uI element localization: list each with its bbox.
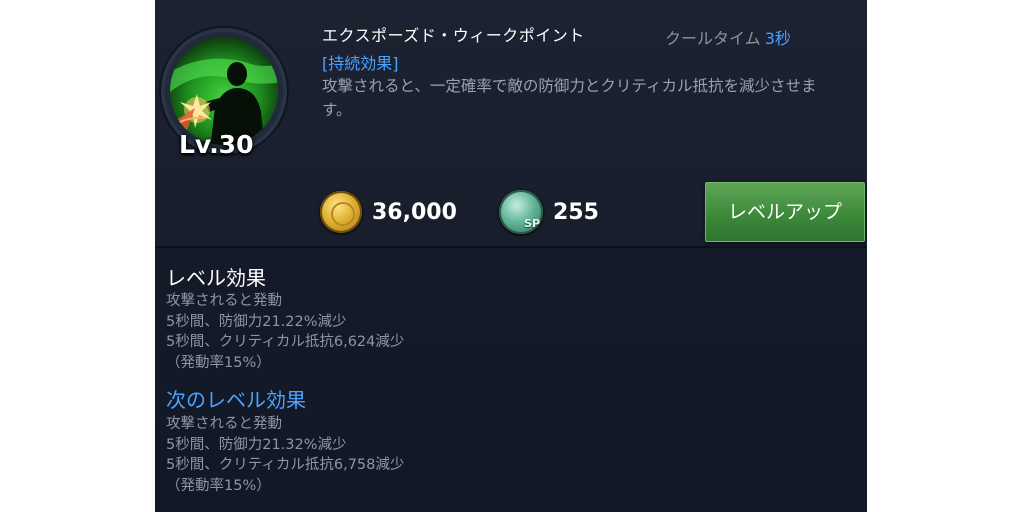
next-effect-line: 攻撃されると発動	[166, 416, 282, 432]
cooldown-value: 3秒	[764, 29, 791, 48]
current-effect-line: 5秒間、防御力21.22%減少	[166, 313, 347, 330]
current-effect-line: 攻撃されると発動	[166, 293, 282, 309]
current-effect-title: レベル効果	[166, 266, 266, 290]
gold-cost-value: 36,000	[372, 199, 457, 225]
next-effect-line: 5秒間、防御力21.32%減少	[166, 436, 347, 453]
sp-icon-label: SP	[524, 217, 540, 230]
current-effect-line: （発動率15%）	[166, 354, 271, 371]
level-up-button[interactable]: レベルアップ	[705, 182, 865, 242]
skill-type-tag: [持続効果]	[322, 54, 399, 73]
sp-cost: SP 255	[499, 190, 599, 234]
gold-cost: 36,000	[320, 191, 457, 233]
skill-name: エクスポーズド・ウィークポイント	[322, 26, 585, 45]
cooldown: クールタイム 3秒	[665, 25, 791, 49]
current-effect-list: 攻撃されると発動 5秒間、防御力21.22%減少 5秒間、クリティカル抵抗6,6…	[166, 291, 404, 373]
current-effect-line: 5秒間、クリティカル抵抗6,624減少	[166, 334, 405, 350]
skill-level: Lv.30	[179, 130, 254, 159]
skill-description: 攻撃されると、一定確率で敵の防御力とクリティカル抵抗を減少させます。	[322, 77, 817, 119]
sp-cost-value: 255	[553, 199, 599, 225]
skill-header-section: Lv.30 エクスポーズド・ウィークポイント クールタイム 3秒 [持続効果] 攻…	[155, 0, 867, 247]
next-effect-line: （発動率15%）	[166, 477, 271, 494]
gold-coin-icon	[320, 191, 362, 233]
next-effect-line: 5秒間、クリティカル抵抗6,758減少	[166, 457, 405, 473]
next-effect-list: 攻撃されると発動 5秒間、防御力21.32%減少 5秒間、クリティカル抵抗6,7…	[166, 414, 404, 496]
skill-detail-panel: Lv.30 エクスポーズド・ウィークポイント クールタイム 3秒 [持続効果] 攻…	[155, 0, 867, 512]
cooldown-label: クールタイム	[665, 29, 761, 48]
sp-icon: SP	[499, 190, 543, 234]
effects-section: レベル効果 攻撃されると発動 5秒間、防御力21.22%減少 5秒間、クリティカ…	[155, 248, 867, 512]
next-effect-title: 次のレベル効果	[166, 388, 306, 412]
